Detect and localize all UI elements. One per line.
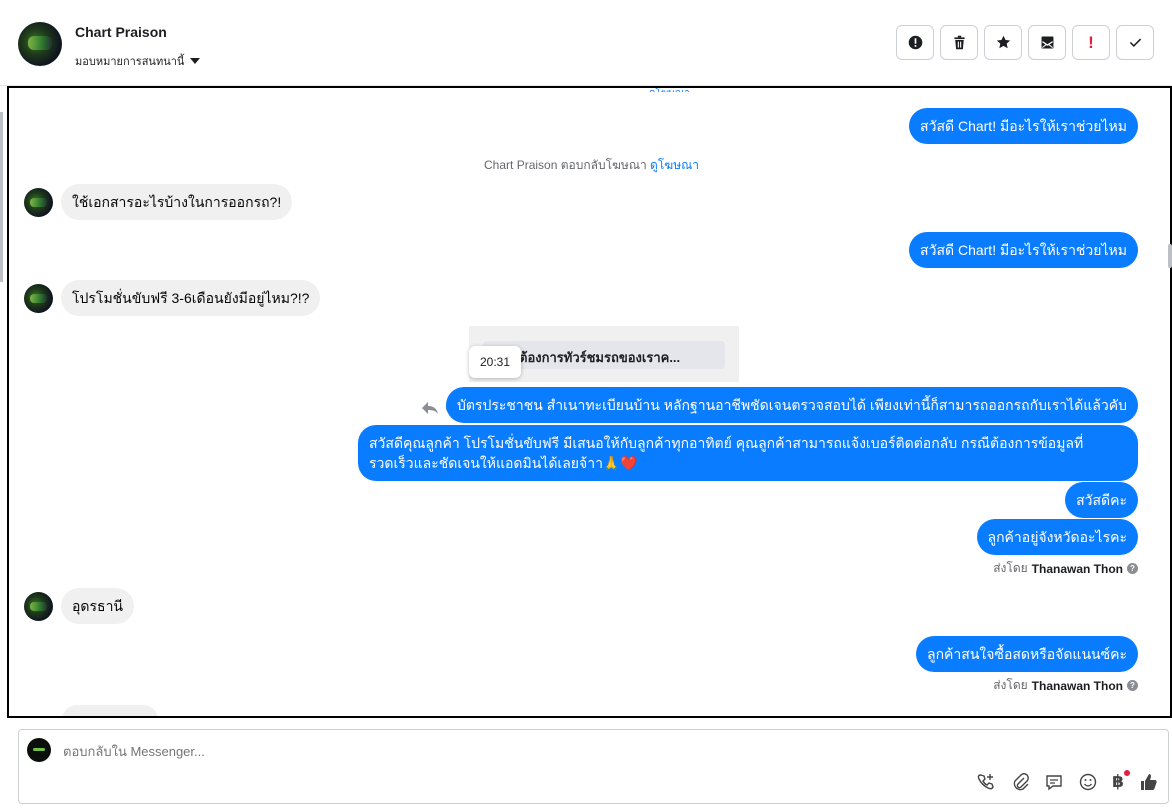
message-row-out: สวัสดี Chart! มีอะไรให้เราช่วยไหม: [909, 108, 1138, 144]
sent-by-label: ส่งโดย Thanawan Thon ?: [993, 559, 1138, 578]
contact-avatar-small: [24, 187, 53, 217]
message-row-out: บัตรประชาชน สำเนาทะเบียนบ้าน หลักฐานอาชี…: [445, 387, 1138, 423]
exclamation-icon: !: [1088, 33, 1094, 52]
message-bubble-out[interactable]: ลูกค้าสนใจซื้อสดหรือจัดแนนซ์คะ: [916, 636, 1138, 672]
assign-label: มอบหมายการสนทนานี้: [75, 56, 185, 68]
system-ad-reply: Chart Praison ตอบกลับโฆษณา ดูโฆษณา: [9, 156, 1170, 175]
priority-button[interactable]: !: [1072, 25, 1110, 60]
baht-icon[interactable]: ฿: [1112, 770, 1130, 792]
contact-avatar[interactable]: [18, 22, 62, 66]
clipped-link: ดูโฆษณา: [649, 88, 709, 92]
mark-spam-button[interactable]: [896, 25, 934, 60]
message-bubble-out[interactable]: ลูกค้าอยู่จังหวัดอะไรคะ: [976, 519, 1138, 555]
message-bubble-in[interactable]: ใช้เอกสารอะไรบ้างในการออกรถ?!: [61, 184, 293, 220]
message-row-in: ใช้เอกสารอะไรบ้างในการออกรถ?!: [24, 184, 293, 220]
view-ad-link[interactable]: ดูโฆษณา: [650, 158, 699, 172]
sent-by-prefix: ส่งโดย: [993, 561, 1028, 575]
message-thread[interactable]: ดูโฆษณา สวัสดี Chart! มีอะไรให้เราช่วยไห…: [7, 86, 1172, 718]
envelope-icon: [1041, 36, 1053, 49]
info-icon[interactable]: ?: [1127, 680, 1138, 691]
message-bubble-in-clipped[interactable]: [62, 705, 158, 716]
quick-reply-icon[interactable]: [1044, 772, 1064, 792]
message-bubble-out[interactable]: สวัสดี Chart! มีอะไรให้เราช่วยไหม: [909, 232, 1138, 268]
system-reply-text: Chart Praison ตอบกลับโฆษณา: [484, 158, 647, 172]
check-icon: [1129, 38, 1141, 47]
contact-name[interactable]: Chart Praison: [75, 24, 167, 40]
reply-composer: ฿: [18, 729, 1169, 804]
thread-scrollbar[interactable]: [1166, 86, 1172, 718]
thumbs-up-icon[interactable]: [1138, 772, 1158, 792]
message-bubble-out[interactable]: สวัสดีคะ: [1065, 482, 1138, 518]
star-icon: [996, 35, 1010, 49]
exclamation-circle-icon: [908, 35, 922, 50]
message-bubble-in[interactable]: โปรโมชั่นขับฟรี 3-6เดือนยังมีอยู่ไหม?!?: [61, 280, 321, 316]
message-row-out: สวัสดีคุณลูกค้า โปรโมชั่นขับฟรี มีเสนอให…: [358, 425, 1138, 481]
message-row-out: สวัสดีคะ: [1065, 482, 1138, 518]
composer-tools: ฿: [976, 770, 1158, 792]
star-button[interactable]: [984, 25, 1022, 60]
scrollbar-thumb[interactable]: [1168, 244, 1172, 268]
page-avatar: [27, 738, 51, 762]
header-actions: !: [896, 25, 1154, 60]
emoji-icon[interactable]: [1078, 772, 1098, 792]
assign-conversation-dropdown[interactable]: มอบหมายการสนทนานี้: [75, 52, 201, 70]
delete-button[interactable]: [940, 25, 978, 60]
attach-icon[interactable]: [1010, 772, 1030, 792]
message-row-in: โปรโมชั่นขับฟรี 3-6เดือนยังมีอยู่ไหม?!?: [24, 280, 321, 316]
message-row-out: ลูกค้าอยู่จังหวัดอะไรคะ: [976, 519, 1138, 555]
reply-input[interactable]: [63, 744, 963, 759]
info-icon[interactable]: ?: [1127, 563, 1138, 574]
timestamp-tooltip: 20:31: [469, 346, 521, 378]
message-row-in-clipped: [62, 705, 158, 716]
message-bubble-out[interactable]: สวัสดีคุณลูกค้า โปรโมชั่นขับฟรี มีเสนอให…: [358, 425, 1138, 481]
caret-down-icon: [190, 58, 201, 64]
notification-dot: [1124, 770, 1130, 776]
contact-avatar-small: [24, 591, 53, 621]
message-bubble-out[interactable]: สวัสดี Chart! มีอะไรให้เราช่วยไหม: [909, 108, 1138, 144]
sent-by-name[interactable]: Thanawan Thon: [1032, 562, 1123, 576]
left-scroll-indicator: [0, 112, 3, 282]
sent-by-label: ส่งโดย Thanawan Thon ?: [993, 676, 1138, 695]
message-bubble-out[interactable]: บัตรประชาชน สำเนาทะเบียนบ้าน หลักฐานอาชี…: [445, 387, 1138, 423]
done-button[interactable]: [1116, 25, 1154, 60]
message-bubble-in[interactable]: อุดรธานี: [61, 588, 134, 624]
conversation-header: Chart Praison มอบหมายการสนทนานี้ !: [0, 0, 1172, 86]
contact-avatar-small: [24, 283, 53, 313]
sent-by-name[interactable]: Thanawan Thon: [1032, 679, 1123, 693]
message-row-out: ลูกค้าสนใจซื้อสดหรือจัดแนนซ์คะ: [916, 636, 1138, 672]
call-add-icon[interactable]: [976, 772, 996, 792]
message-row-in: อุดรธานี: [24, 588, 134, 624]
sent-by-prefix: ส่งโดย: [993, 678, 1028, 692]
trash-icon: [953, 35, 965, 50]
mark-unread-button[interactable]: [1028, 25, 1066, 60]
reply-icon[interactable]: [421, 401, 439, 415]
message-row-out: สวัสดี Chart! มีอะไรให้เราช่วยไหม: [909, 232, 1138, 268]
